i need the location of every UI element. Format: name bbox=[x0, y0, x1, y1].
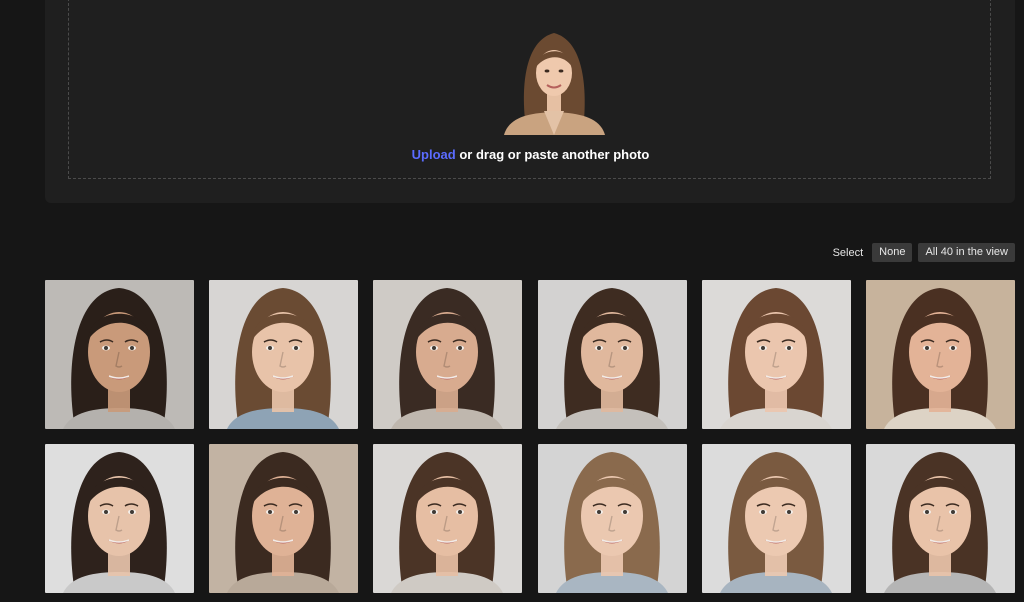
face-thumbnail[interactable] bbox=[537, 280, 687, 429]
portrait-photo-icon bbox=[45, 280, 194, 429]
face-thumbnail[interactable] bbox=[373, 280, 523, 429]
face-thumbnail[interactable] bbox=[701, 280, 851, 429]
face-grid bbox=[45, 280, 1015, 593]
selection-toolbar: Select None All 40 in the view bbox=[833, 243, 1015, 262]
portrait-photo-icon bbox=[537, 280, 687, 429]
upload-link[interactable]: Upload bbox=[412, 147, 456, 162]
upload-hint-text: or drag or paste another photo bbox=[459, 147, 650, 162]
portrait-photo-icon bbox=[701, 444, 851, 593]
select-all-button[interactable]: All 40 in the view bbox=[918, 243, 1015, 262]
upload-instructions: Upload or drag or paste another photo bbox=[69, 147, 992, 162]
face-thumbnail[interactable] bbox=[209, 444, 359, 593]
face-thumbnail[interactable] bbox=[373, 444, 523, 593]
face-thumbnail[interactable] bbox=[865, 444, 1015, 593]
select-label: Select bbox=[832, 246, 864, 259]
portrait-photo-icon bbox=[209, 280, 359, 429]
upload-panel: Upload or drag or paste another photo bbox=[45, 0, 1015, 203]
portrait-photo-icon bbox=[209, 444, 359, 593]
portrait-photo-icon bbox=[45, 444, 194, 593]
portrait-photo-icon bbox=[537, 444, 687, 593]
face-thumbnail[interactable] bbox=[701, 444, 851, 593]
portrait-photo-icon bbox=[865, 280, 1015, 429]
photo-dropzone[interactable]: Upload or drag or paste another photo bbox=[68, 0, 991, 179]
portrait-photo-icon bbox=[373, 280, 523, 429]
uploaded-photo-preview bbox=[499, 25, 610, 135]
face-thumbnail[interactable] bbox=[209, 280, 359, 429]
select-none-button[interactable]: None bbox=[872, 243, 913, 262]
face-thumbnail[interactable] bbox=[865, 280, 1015, 429]
portrait-photo-icon bbox=[701, 280, 851, 429]
portrait-photo-icon bbox=[865, 444, 1015, 593]
portrait-photo-icon bbox=[373, 444, 523, 593]
face-thumbnail[interactable] bbox=[45, 280, 194, 429]
face-thumbnail[interactable] bbox=[45, 444, 194, 593]
face-thumbnail[interactable] bbox=[537, 444, 687, 593]
